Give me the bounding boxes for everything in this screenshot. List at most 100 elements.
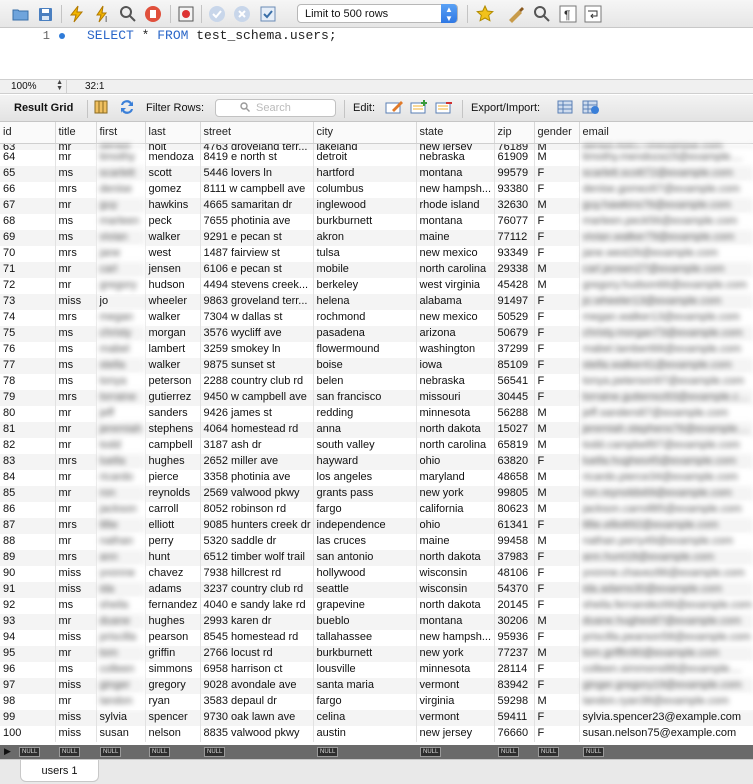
cell-street[interactable]: 5320 saddle dr — [200, 533, 314, 550]
null-cell-email[interactable]: NULL — [583, 747, 605, 757]
cell-title[interactable]: mrs — [55, 181, 97, 198]
cell-street[interactable]: 7304 w dallas st — [200, 309, 314, 326]
cell-zip[interactable]: 48106 — [494, 565, 535, 582]
cell-title[interactable]: miss — [55, 725, 97, 742]
cell-first[interactable]: ginger — [96, 677, 146, 694]
cell-zip[interactable]: 29338 — [494, 261, 535, 278]
cell-gender[interactable]: F — [534, 373, 580, 390]
cell-state[interactable]: ohio — [416, 453, 495, 470]
open-folder-icon[interactable] — [11, 4, 31, 24]
cell-first[interactable]: lillie — [96, 517, 146, 534]
cell-gender[interactable]: F — [534, 581, 580, 598]
cell-gender[interactable]: M — [534, 197, 580, 214]
cell-state[interactable]: north dakota — [416, 597, 495, 614]
cell-last[interactable]: pearson — [145, 629, 201, 646]
cell-zip[interactable]: 93349 — [494, 245, 535, 262]
cell-zip[interactable]: 63820 — [494, 453, 535, 470]
beautify-brush-icon[interactable] — [506, 4, 526, 24]
cell-title[interactable]: ms — [55, 373, 97, 390]
cell-gender[interactable]: M — [534, 261, 580, 278]
cell-state[interactable]: vermont — [416, 709, 495, 726]
cell-gender[interactable]: F — [534, 725, 580, 742]
cell-last[interactable]: nelson — [145, 725, 201, 742]
cell-first[interactable]: priscilla — [96, 629, 146, 646]
table-row[interactable]: 94 miss priscilla pearson 8545 homestead rd t… — [0, 629, 753, 646]
cell-state[interactable]: nebraska — [416, 149, 495, 166]
cell-gender[interactable]: F — [534, 245, 580, 262]
table-row[interactable]: 86 mr jackson carroll 8052 robinson rd fargo c… — [0, 501, 753, 518]
cell-title[interactable]: miss — [55, 581, 97, 598]
column-header-last[interactable]: last — [145, 122, 201, 144]
cell-gender[interactable]: F — [534, 357, 580, 374]
column-header-city[interactable]: city — [313, 122, 417, 144]
cell-zip[interactable]: 76077 — [494, 213, 535, 230]
cell-first[interactable]: ricardo — [96, 469, 146, 486]
table-row[interactable]: 95 mr tom griffin 2766 locust rd burkburnett n… — [0, 645, 753, 662]
cell-zip[interactable]: 93380 — [494, 181, 535, 198]
cell-title[interactable]: ms — [55, 341, 97, 358]
cell-street[interactable]: 7655 photinia ave — [200, 213, 314, 230]
result-tab-users[interactable]: users 1 — [20, 760, 99, 782]
cell-email[interactable]: ricardo.pierce34@example.com — [579, 469, 753, 486]
table-row[interactable]: 65 ms scarlett scott 5446 lovers ln hartford m… — [0, 165, 753, 182]
cell-gender[interactable]: F — [534, 565, 580, 582]
cell-id[interactable]: 96 — [0, 661, 56, 678]
cell-street[interactable]: 7938 hillcrest rd — [200, 565, 314, 582]
cell-city[interactable]: bueblo — [313, 613, 417, 630]
cell-state[interactable]: minnesota — [416, 405, 495, 422]
cell-email[interactable]: vivian.walker79@example.com — [579, 229, 753, 246]
cell-zip[interactable]: 77237 — [494, 645, 535, 662]
cell-city[interactable]: santa maria — [313, 677, 417, 694]
cell-email[interactable]: todd.campbell97@example.com — [579, 437, 753, 454]
cell-street[interactable]: 9291 e pecan st — [200, 229, 314, 246]
cell-id[interactable]: 66 — [0, 181, 56, 198]
new-row-placeholder[interactable]: ▶ NULL NULL NULL NULL NULL NULL NULL NULL NULL NU… — [0, 745, 753, 759]
cell-zip[interactable]: 99579 — [494, 165, 535, 182]
cell-gender[interactable]: M — [534, 693, 580, 710]
cell-email[interactable]: luella.hughes45@example.com — [579, 453, 753, 470]
table-row[interactable]: 78 ms tonya peterson 2288 country club rd bel… — [0, 373, 753, 390]
cell-title[interactable]: miss — [55, 709, 97, 726]
table-row[interactable]: 99 miss sylvia spencer 9730 oak lawn ave celi… — [0, 709, 753, 726]
cell-street[interactable]: 2993 karen dr — [200, 613, 314, 630]
cell-street[interactable]: 8419 e north st — [200, 149, 314, 166]
cell-id[interactable]: 92 — [0, 597, 56, 614]
table-row[interactable]: 84 mr ricardo pierce 3358 photinia ave los an… — [0, 469, 753, 486]
cell-title[interactable]: mr — [55, 645, 97, 662]
cell-last[interactable]: ryan — [145, 693, 201, 710]
table-row[interactable]: 69 ms vivian walker 9291 e pecan st akron main… — [0, 229, 753, 246]
column-header-first[interactable]: first — [96, 122, 146, 144]
cell-title[interactable]: mrs — [55, 245, 97, 262]
cell-city[interactable]: grants pass — [313, 485, 417, 502]
cell-first[interactable]: tonya — [96, 373, 146, 390]
null-cell-title[interactable]: NULL — [59, 747, 81, 757]
cell-state[interactable]: new york — [416, 645, 495, 662]
cell-zip[interactable]: 54370 — [494, 581, 535, 598]
cell-email[interactable]: tom.griffin90@example.com — [579, 645, 753, 662]
cell-last[interactable]: gregory — [145, 677, 201, 694]
explain-magnifier-icon[interactable] — [118, 4, 138, 24]
table-row[interactable]: 77 ms stella walker 9875 sunset st boise iowa 8… — [0, 357, 753, 374]
cell-city[interactable]: tulsa — [313, 245, 417, 262]
cell-first[interactable]: landon — [96, 693, 146, 710]
cell-title[interactable]: ms — [55, 661, 97, 678]
cell-last[interactable]: peterson — [145, 373, 201, 390]
cell-state[interactable]: wisconsin — [416, 581, 495, 598]
cell-state[interactable]: montana — [416, 165, 495, 182]
cell-title[interactable]: miss — [55, 629, 97, 646]
cell-title[interactable]: mr — [55, 261, 97, 278]
cell-email[interactable]: jeff.sanders87@example.com — [579, 405, 753, 422]
table-row[interactable]: 73 miss jo wheeler 9863 groveland terr... hel… — [0, 293, 753, 310]
cell-street[interactable]: 6106 e pecan st — [200, 261, 314, 278]
cell-street[interactable]: 3237 country club rd — [200, 581, 314, 598]
cell-email[interactable]: susan.nelson75@example.com — [579, 725, 753, 742]
cell-gender[interactable]: F — [534, 293, 580, 310]
cell-city[interactable]: independence — [313, 517, 417, 534]
cell-first[interactable]: mabel — [96, 341, 146, 358]
table-row[interactable]: 81 mr jeremiah stephens 4064 homestead rd ann… — [0, 421, 753, 438]
cell-state[interactable]: ohio — [416, 517, 495, 534]
cell-title[interactable]: mr — [55, 277, 97, 294]
lightning-execute-current-icon[interactable]: I — [93, 4, 113, 24]
cell-last[interactable]: wheeler — [145, 293, 201, 310]
cell-state[interactable]: new hampsh... — [416, 629, 495, 646]
